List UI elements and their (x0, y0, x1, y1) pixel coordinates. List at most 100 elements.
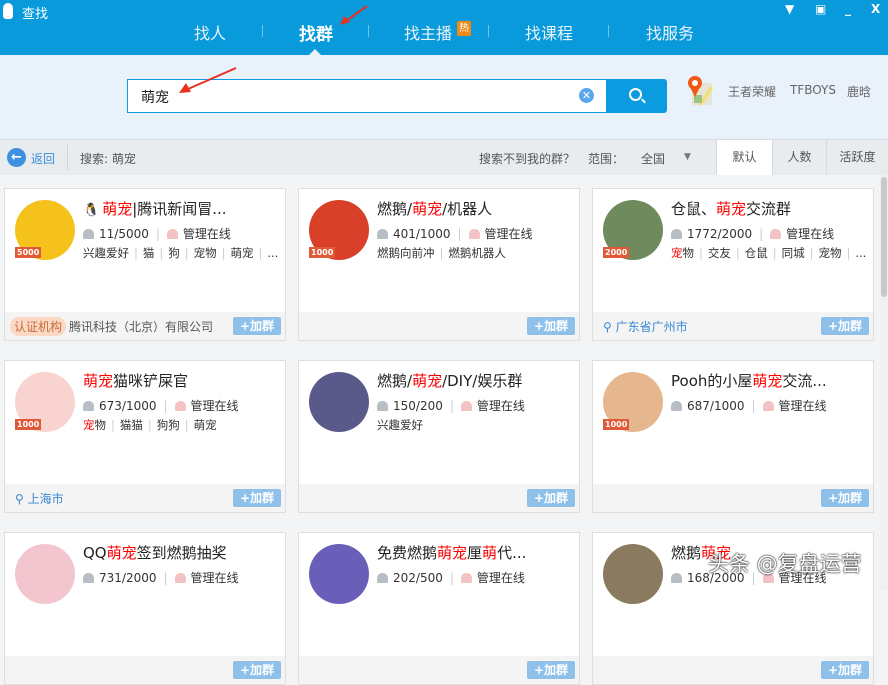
hot-word[interactable]: 王者荣耀 (728, 83, 776, 100)
group-title[interactable]: 萌宠猫咪铲屎官 (83, 370, 188, 391)
card-footer: +加群 (299, 484, 579, 512)
group-avatar[interactable] (15, 544, 75, 604)
hot-word[interactable]: TFBOYS (790, 83, 836, 97)
member-count: 673/1000 (99, 399, 157, 413)
group-title[interactable]: 免费燃鹅萌宠厘萌代... (377, 542, 526, 563)
divider: | (155, 227, 160, 241)
join-group-button[interactable]: +加群 (527, 317, 575, 335)
members-icon (83, 229, 94, 239)
divider: | (134, 246, 138, 260)
join-group-button[interactable]: +加群 (233, 489, 281, 507)
join-group-button[interactable]: +加群 (821, 661, 869, 679)
group-meta: 150/200 | 管理在线 (377, 397, 525, 414)
group-title[interactable]: 燃鹅/萌宠/DIY/娱乐群 (377, 370, 522, 391)
sort-tab-default[interactable]: 默认 (716, 140, 772, 175)
qq-penguin-icon: 🐧 (83, 203, 100, 218)
group-title[interactable]: Pooh的小屋萌宠交流... (671, 370, 827, 391)
group-tag: 兴趣爱好 (377, 418, 423, 432)
sort-tab-activity[interactable]: 活跃度 (826, 140, 888, 175)
group-tag: 仓鼠 (745, 246, 768, 260)
window-title: 查找 (22, 7, 49, 22)
tab-find-courses[interactable]: 找课程 (525, 20, 573, 44)
members-icon (671, 401, 682, 411)
hot-word[interactable]: 鹿晗 (847, 83, 871, 100)
tab-find-groups[interactable]: 找群 (299, 20, 333, 45)
back-link[interactable]: 返回 (31, 150, 55, 167)
group-tag: 萌宠 (194, 418, 217, 432)
group-card[interactable]: 5000 🐧 萌宠|腾讯新闻冒... 11/5000 | 管理在线 兴趣爱好 | 猫 | 狗 | 宠物 |… (4, 188, 286, 341)
chevron-down-icon[interactable]: ▼ (684, 152, 691, 162)
group-meta: 687/1000 | 管理在线 (671, 397, 827, 414)
text-segment: 宠物 (818, 246, 842, 260)
text-segment: 交流群 (746, 200, 792, 218)
keyword-highlight: 宠 (83, 418, 95, 432)
group-title[interactable]: 🐧 萌宠|腾讯新闻冒... (83, 198, 227, 219)
range-select[interactable]: 全国 (641, 150, 665, 167)
text-segment: 萌宠 (193, 418, 217, 432)
text-segment: 同城 (781, 246, 805, 260)
join-group-button[interactable]: +加群 (233, 317, 281, 335)
group-card[interactable]: 1000 Pooh的小屋萌宠交流... 687/1000 | 管理在线 +加群 (592, 360, 874, 513)
group-card[interactable]: 1000 萌宠猫咪铲屎官 673/1000 | 管理在线 宠物 | 猫猫 | 狗狗 | 萌宠 ⚲ 上海市… (4, 360, 286, 513)
text-segment: /DIY/娱乐群 (442, 372, 523, 390)
members-icon (377, 401, 388, 411)
tab-find-people[interactable]: 找人 (194, 20, 226, 44)
keyword-highlight: 萌宠 (106, 544, 137, 562)
text-segment: ... (855, 246, 867, 260)
location-pin-icon: ⚲ (603, 320, 616, 334)
map-location-icon[interactable] (686, 75, 714, 107)
card-footer: +加群 (299, 312, 579, 340)
group-title[interactable]: 仓鼠、萌宠交流群 (671, 198, 791, 219)
join-group-button[interactable]: +加群 (527, 489, 575, 507)
group-avatar[interactable] (603, 544, 663, 604)
admin-online-status: 管理在线 (182, 227, 231, 241)
group-card[interactable]: 2000 仓鼠、萌宠交流群 1772/2000 | 管理在线 宠物 | 交友 | 仓鼠 | 同城 | 宠物… (592, 188, 874, 341)
text-segment: ... (267, 246, 279, 260)
member-limit-badge: 2000 (603, 247, 630, 258)
text-segment: 仓鼠 (744, 246, 768, 260)
member-count: 401/1000 (393, 227, 451, 241)
join-group-button[interactable]: +加群 (527, 661, 575, 679)
divider: | (111, 418, 115, 432)
members-icon (377, 229, 388, 239)
minimize-button[interactable]: _ (845, 2, 851, 16)
text-segment: 免费燃鹅 (377, 544, 438, 562)
group-title[interactable]: 燃鹅/萌宠/机器人 (377, 198, 492, 219)
lock-icon[interactable]: ▣ (815, 2, 826, 16)
join-group-button[interactable]: +加群 (821, 489, 869, 507)
group-avatar[interactable] (309, 372, 369, 432)
join-group-button[interactable]: +加群 (821, 317, 869, 335)
pin-icon[interactable]: ▼ (785, 2, 794, 16)
group-card[interactable]: 燃鹅/萌宠/DIY/娱乐群 150/200 | 管理在线 兴趣爱好 +加群 (298, 360, 580, 513)
group-card[interactable]: QQ萌宠签到燃鹅抽奖 731/2000 | 管理在线 +加群 (4, 532, 286, 685)
group-tag: ... (267, 246, 278, 260)
tab-find-streamers[interactable]: 找主播 (404, 20, 452, 44)
group-card[interactable]: 1000 燃鹅/萌宠/机器人 401/1000 | 管理在线 燃鹅向前冲 | 燃鹅机器人 +加群 (298, 188, 580, 341)
sort-tab-members[interactable]: 人数 (772, 140, 826, 175)
search-button[interactable] (607, 79, 667, 113)
admin-online-status: 管理在线 (476, 571, 525, 585)
member-count: 731/2000 (99, 571, 157, 585)
back-arrow-icon[interactable]: ← (7, 148, 26, 167)
group-tags: 宠物 | 交友 | 仓鼠 | 同城 | 宠物 |... (671, 245, 866, 261)
admin-online-status: 管理在线 (484, 227, 533, 241)
group-avatar[interactable] (309, 544, 369, 604)
search-query-label: 搜索: 萌宠 (80, 152, 136, 166)
text-segment: 猫咪铲屎官 (113, 372, 189, 390)
keyword-highlight: 宠 (671, 246, 683, 260)
divider: | (809, 246, 814, 260)
tab-find-services[interactable]: 找服务 (646, 20, 694, 44)
divider: | (439, 246, 444, 260)
text-segment: 物 (94, 418, 107, 432)
scrollbar-thumb[interactable] (881, 177, 887, 297)
join-group-button[interactable]: +加群 (233, 661, 281, 679)
divider: | (184, 418, 189, 432)
close-button[interactable]: X (871, 2, 880, 16)
group-card[interactable]: 免费燃鹅萌宠厘萌代... 202/500 | 管理在线 +加群 (298, 532, 580, 685)
scrollbar[interactable] (880, 175, 888, 590)
member-count: 202/500 (393, 571, 443, 585)
clear-search-icon[interactable]: ✕ (579, 88, 594, 103)
group-title[interactable]: QQ萌宠签到燃鹅抽奖 (83, 542, 227, 563)
text-segment: 签到燃鹅抽奖 (136, 544, 227, 562)
cannot-find-group-link[interactable]: 搜索不到我的群？ (479, 150, 575, 167)
